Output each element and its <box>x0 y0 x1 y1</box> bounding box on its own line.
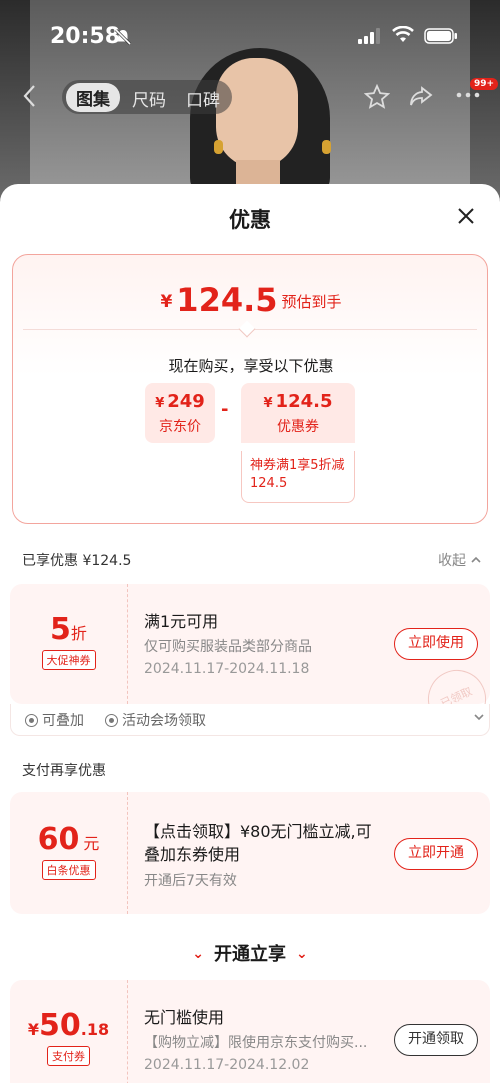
coupon-type-tag: 白条优惠 <box>41 860 96 880</box>
coupon-discount-box: ¥124.5 优惠券 <box>241 383 355 443</box>
coupon-type-tag: 大促神券 <box>41 650 96 670</box>
close-icon[interactable] <box>456 206 476 226</box>
coupon-title: 无门槛使用 <box>144 1008 225 1027</box>
coupon-validity-date: 2024.11.17-2024.12.02 <box>144 1057 310 1073</box>
wifi-icon <box>392 26 414 42</box>
earring-right <box>322 140 331 154</box>
coupon-amount-number: 60 <box>37 822 80 857</box>
venue-claim-feature: 活动会场领取 <box>105 710 206 730</box>
tab-reviews[interactable]: 口碑 <box>186 86 220 111</box>
chevron-up-icon <box>471 556 482 563</box>
coupon-card-pay: ¥50.18 支付券 无门槛使用 【购物立减】限使用京东支付购买... 2024… <box>10 980 490 1083</box>
coupon-features-row: 可叠加 活动会场领取 <box>10 704 490 736</box>
jd-price-value: 249 <box>167 391 205 412</box>
status-time: 20:58 <box>50 24 121 49</box>
coupon-discount-unit: 折 <box>70 624 87 643</box>
sheet-title: 优惠 <box>229 208 271 232</box>
coupon-title: 【点击领取】¥80无门槛立减,可叠加东券使用 <box>144 822 372 864</box>
estimated-price: ¥124.5 预估到手 <box>13 281 489 319</box>
back-arrow-icon[interactable] <box>22 84 38 108</box>
more-dots-icon[interactable] <box>456 92 480 98</box>
coupon-discount-number: 5 <box>50 612 71 647</box>
coupon-validity-date: 2024.11.17-2024.11.18 <box>144 661 310 677</box>
jd-price-label: 京东价 <box>159 419 201 435</box>
coupon-description: 仅可购买服装品类部分商品 <box>144 639 312 655</box>
activate-claim-button[interactable]: 开通领取 <box>394 1024 478 1056</box>
favorite-star-icon[interactable] <box>364 84 390 110</box>
coupon-title: 满1元可用 <box>144 612 219 631</box>
collapse-label: 收起 <box>438 553 466 569</box>
estimated-amount: 124.5 <box>176 281 278 319</box>
tab-size[interactable]: 尺码 <box>132 86 166 111</box>
price-yen-symbol: ¥ <box>160 292 173 312</box>
venue-icon <box>105 714 118 727</box>
product-tabs: 图集 尺码 口碑 <box>62 80 232 114</box>
promo-heading: ⌄ 开通立享 ⌄ <box>192 944 308 965</box>
estimated-price-card: ¥124.5 预估到手 现在购买，享受以下优惠 ¥249 京东价 - ¥124.5… <box>12 254 488 524</box>
coupon-yen: ¥ <box>27 1020 40 1039</box>
estimated-suffix: 预估到手 <box>281 293 342 311</box>
battery-icon <box>424 28 457 44</box>
tab-gallery[interactable]: 图集 <box>66 83 120 112</box>
coupon-amount-int: 50 <box>39 1008 81 1043</box>
jd-price-box: ¥249 京东价 <box>145 383 215 443</box>
message-count-badge: 99+ <box>470 78 499 90</box>
divider-pointer <box>238 320 256 338</box>
chevron-down-icon[interactable] <box>473 712 485 722</box>
signal-icon <box>358 28 380 44</box>
earring-left <box>214 140 223 154</box>
coupon-value-panel: ¥50.18 支付券 <box>10 980 128 1083</box>
coupon-amount-unit: 元 <box>83 834 100 853</box>
coupon-type-tag: 支付券 <box>47 1046 90 1066</box>
minus-sign: - <box>221 399 229 420</box>
bell-muted-icon <box>114 28 132 46</box>
coupon-info: 【点击领取】¥80无门槛立减,可叠加东券使用 开通后7天有效 立即开通 <box>144 792 490 914</box>
coupon-card-5-off: 5折 大促神券 满1元可用 仅可购买服装品类部分商品 2024.11.17-20… <box>10 584 496 738</box>
coupon-discount-label: 优惠券 <box>277 419 319 435</box>
use-now-button[interactable]: 立即使用 <box>394 628 478 660</box>
status-bar: 20:58 <box>0 0 500 72</box>
pay-discount-label: 支付再享优惠 <box>22 763 106 779</box>
coupon-card-baitiao: 60 元 白条优惠 【点击领取】¥80无门槛立减,可叠加东券使用 开通后7天有效 … <box>10 792 490 914</box>
collapse-button[interactable]: 收起 <box>438 550 482 570</box>
coupon-amount-dec: .18 <box>80 1020 110 1039</box>
coupon-value-panel: 5折 大促神券 <box>10 584 128 704</box>
chevron-down-icon: ⌄ <box>192 946 204 962</box>
coupon-validity: 开通后7天有效 <box>144 873 237 889</box>
chevron-down-icon: ⌄ <box>296 946 308 962</box>
coupon-description: 【购物立减】限使用京东支付购买... <box>144 1035 368 1051</box>
coupon-info: 无门槛使用 【购物立减】限使用京东支付购买... 2024.11.17-2024… <box>144 980 490 1083</box>
discount-sheet: 优惠 ¥124.5 预估到手 现在购买，享受以下优惠 ¥249 京东价 - ¥12… <box>0 184 500 1083</box>
stackable-icon <box>25 714 38 727</box>
coupon-discount-value: 124.5 <box>275 391 333 412</box>
discount-subtitle: 现在购买，享受以下优惠 <box>168 357 334 375</box>
enjoyed-discounts-label: 已享优惠 ¥124.5 <box>22 553 132 569</box>
coupon-value-panel: 60 元 白条优惠 <box>10 792 128 914</box>
share-icon[interactable] <box>408 84 434 110</box>
stackable-feature: 可叠加 <box>25 710 84 730</box>
coupon-rule-note: 神券满1享5折减124.5 <box>241 451 355 503</box>
product-nav-bar: 图集 尺码 口碑 99+ <box>0 74 500 118</box>
activate-now-button[interactable]: 立即开通 <box>394 838 478 870</box>
